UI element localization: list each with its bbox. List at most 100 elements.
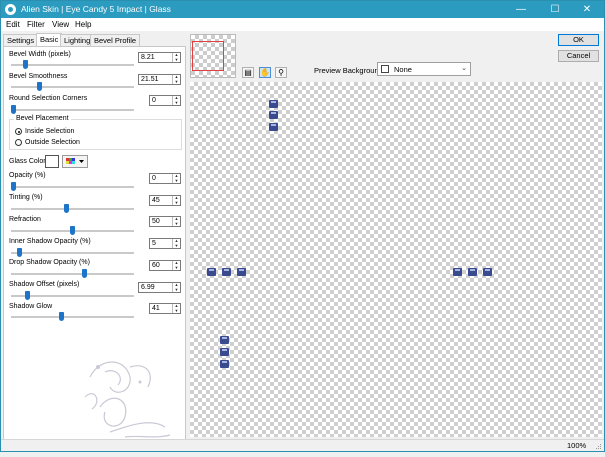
round-corners-value: 0 [152,97,156,104]
shadow-glow-slider[interactable] [11,316,134,318]
glass-color-swatch[interactable] [45,155,59,168]
maximize-button[interactable]: ☐ [538,1,572,18]
bevel-smoothness-slider[interactable] [11,86,134,88]
title-bar: Alien Skin | Eye Candy 5 Impact | Glass … [1,1,604,18]
glass-tile [207,268,216,276]
preview-background-value: None [394,65,412,74]
glass-tile [468,268,477,276]
drop-shadow-opacity-field[interactable]: 60 ▲ ▼ [149,260,181,271]
bevel-width-value: 8.21 [141,54,155,61]
bevel-width-label: Bevel Width (pixels) [9,51,71,58]
preview-viewport-frame[interactable] [192,41,224,71]
round-corners-slider[interactable] [11,109,134,111]
outside-selection-label[interactable]: Outside Selection [25,139,80,146]
zoom-level: 100% [567,441,587,450]
tinting-slider-thumb[interactable] [64,204,70,213]
background-swatch-icon [381,65,389,73]
shadow-offset-value: 6.99 [141,284,155,291]
status-bar: 100% [1,439,604,451]
glass-color-label: Glass Color [9,158,46,165]
magnifier-icon: ⚲ [278,68,284,77]
glass-tile [220,348,229,356]
compare-tool-button[interactable]: ▤ [242,67,254,78]
spin-arrows-icon[interactable]: ▲ ▼ [172,74,180,84]
inner-shadow-opacity-slider-thumb[interactable] [16,248,22,257]
close-button[interactable]: ✕ [570,1,604,18]
opacity-slider[interactable] [11,186,134,188]
app-icon [5,4,16,15]
shadow-glow-slider-thumb[interactable] [59,312,65,321]
hand-tool-button[interactable]: ✋ [259,67,271,78]
refraction-label: Refraction [9,216,41,223]
round-corners-label: Round Selection Corners [9,95,88,102]
spin-arrows-icon[interactable]: ▲ ▼ [172,282,180,292]
inside-selection-radio[interactable] [15,128,22,135]
shadow-offset-field[interactable]: 6.99 ▲ ▼ [138,282,181,293]
opacity-value: 0 [152,175,156,182]
preview-canvas[interactable] [190,82,602,437]
opacity-label: Opacity (%) [9,172,46,179]
resize-grip-icon[interactable] [594,442,602,450]
drop-shadow-opacity-value: 60 [152,262,160,269]
preview-background-label: Preview Background: [314,66,385,75]
bevel-width-slider[interactable] [11,64,134,66]
spin-arrows-icon[interactable]: ▲ ▼ [172,216,180,226]
ok-button[interactable]: OK [558,34,599,46]
dialog-window: Alien Skin | Eye Candy 5 Impact | Glass … [0,0,605,452]
tinting-value: 45 [152,197,160,204]
minimize-button[interactable]: — [504,1,538,18]
inner-shadow-opacity-field[interactable]: 5 ▲ ▼ [149,238,181,249]
shadow-glow-label: Shadow Glow [9,303,53,310]
bevel-smoothness-field[interactable]: 21.51 ▲ ▼ [138,74,181,85]
spin-arrows-icon[interactable]: ▲ ▼ [172,195,180,205]
glass-tile [453,268,462,276]
round-corners-field[interactable]: 0 ▲ ▼ [149,95,181,106]
shadow-offset-slider-thumb[interactable] [25,291,31,300]
bevel-smoothness-value: 21.51 [141,76,159,83]
cancel-button[interactable]: Cancel [558,50,599,62]
glass-tile [222,268,231,276]
outside-selection-radio[interactable] [15,139,22,146]
glass-tile [220,336,229,344]
refraction-field[interactable]: 50 ▲ ▼ [149,216,181,227]
shadow-glow-field[interactable]: 41 ▲ ▼ [149,303,181,314]
glass-tile [220,360,229,368]
spin-arrows-icon[interactable]: ▲ ▼ [172,95,180,105]
menu-edit[interactable]: Edit [6,20,20,29]
tab-basic[interactable]: Basic [36,33,63,47]
bevel-smoothness-slider-thumb[interactable] [36,82,42,91]
preview-background-dropdown[interactable]: None ⌄ [377,62,471,76]
bevel-width-field[interactable]: 8.21 ▲ ▼ [138,52,181,63]
color-palette-button[interactable] [62,155,88,168]
bevel-smoothness-label: Bevel Smoothness [9,73,68,80]
menu-bar: Edit Filter View Help [1,18,604,31]
drop-shadow-opacity-slider-thumb[interactable] [81,269,87,278]
spin-arrows-icon[interactable]: ▲ ▼ [172,52,180,62]
spin-arrows-icon[interactable]: ▲ ▼ [172,303,180,313]
tinting-field[interactable]: 45 ▲ ▼ [149,195,181,206]
opacity-slider-thumb[interactable] [11,182,16,191]
bevel-width-slider-thumb[interactable] [22,60,28,69]
round-corners-slider-thumb[interactable] [11,105,16,114]
bevel-placement-group: Inside Selection Outside Selection [9,119,182,150]
tinting-slider[interactable] [11,208,134,210]
inside-selection-label[interactable]: Inside Selection [25,128,74,135]
drop-shadow-opacity-slider[interactable] [11,273,134,275]
menu-filter[interactable]: Filter [27,20,45,29]
zoom-tool-button[interactable]: ⚲ [275,67,287,78]
palette-icon [66,158,84,164]
menu-help[interactable]: Help [75,20,91,29]
spin-arrows-icon[interactable]: ▲ ▼ [172,260,180,270]
basic-settings-panel: Bevel Width (pixels) 8.21 ▲ ▼ Bevel Smooth… [3,46,186,442]
spin-arrows-icon[interactable]: ▲ ▼ [172,173,180,183]
bevel-placement-label: Bevel Placement [14,115,71,122]
tinting-label: Tinting (%) [9,194,43,201]
opacity-field[interactable]: 0 ▲ ▼ [149,173,181,184]
menu-view[interactable]: View [52,20,69,29]
spin-arrows-icon[interactable]: ▲ ▼ [172,238,180,248]
shadow-offset-label: Shadow Offset (pixels) [9,281,80,288]
refraction-slider-thumb[interactable] [70,226,75,235]
inner-shadow-opacity-slider[interactable] [11,252,134,254]
window-title: Alien Skin | Eye Candy 5 Impact | Glass [21,4,171,14]
inner-shadow-opacity-label: Inner Shadow Opacity (%) [9,238,91,245]
